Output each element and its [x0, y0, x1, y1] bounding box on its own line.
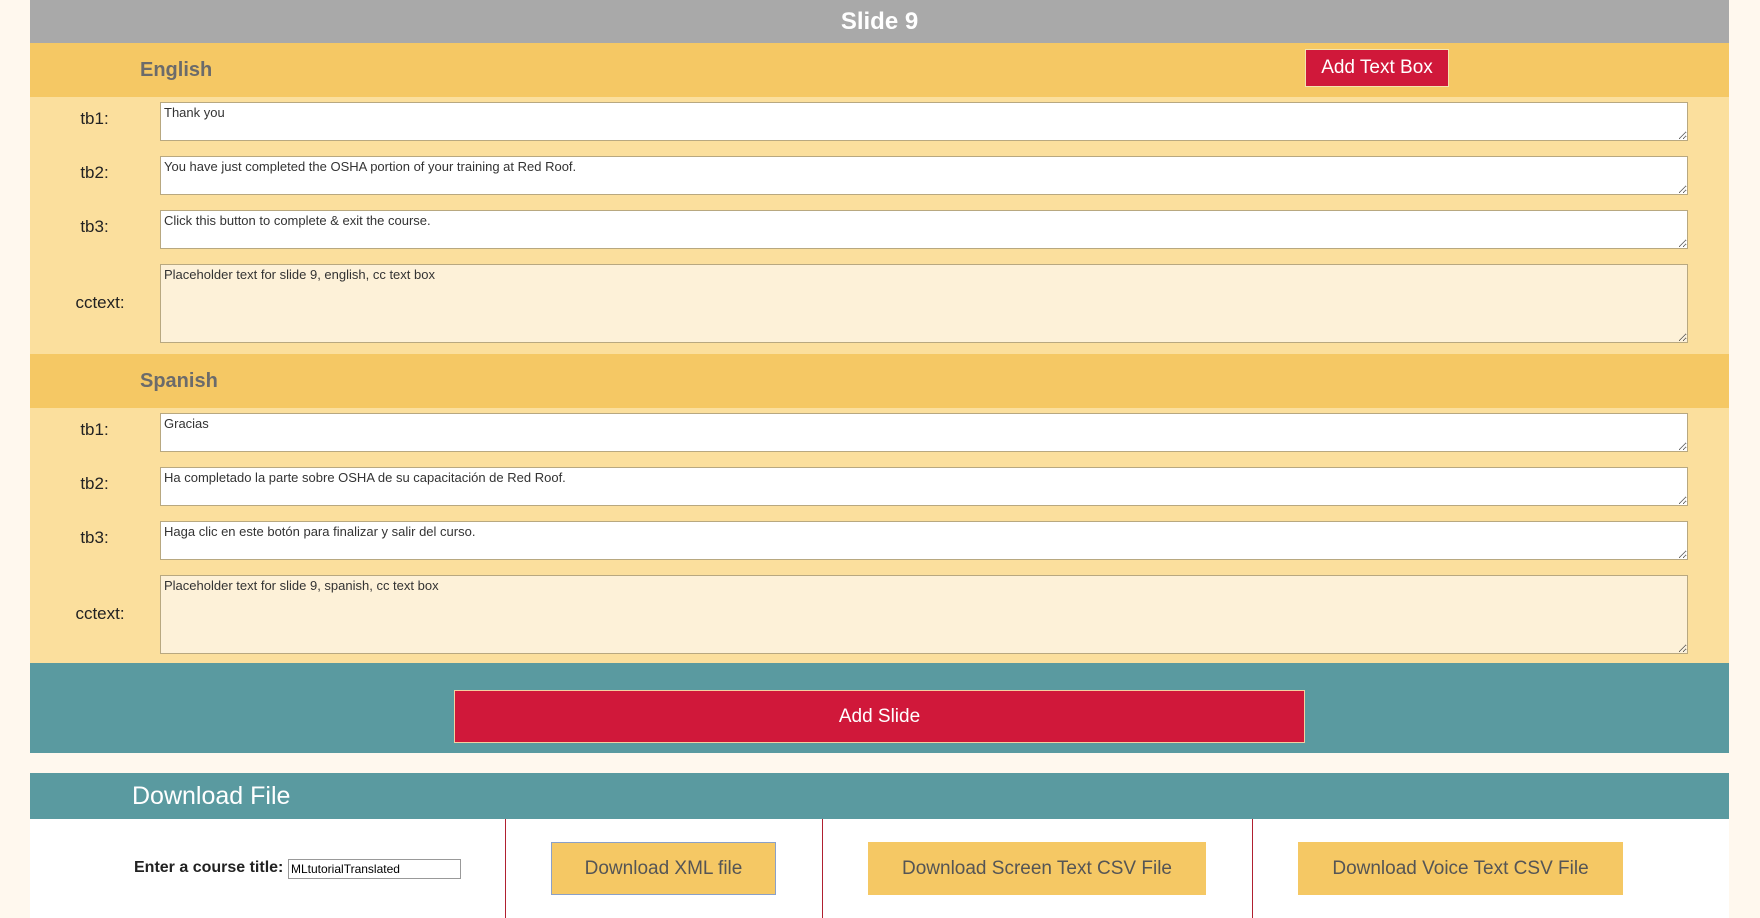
spanish-tb3-label: tb3:: [80, 528, 109, 547]
column-divider: [505, 819, 506, 918]
english-tb2-label: tb2:: [80, 163, 109, 182]
english-tb1-input[interactable]: Thank you: [160, 102, 1688, 141]
column-divider: [822, 819, 823, 918]
spanish-fields: tb1: Gracias tb2: Ha completado la parte…: [30, 408, 1729, 663]
spanish-tb2-label: tb2:: [80, 474, 109, 493]
english-section-header: English Add Text Box: [30, 43, 1729, 97]
english-tb3-input[interactable]: Click this button to complete & exit the…: [160, 210, 1688, 249]
add-slide-band: Add Slide: [30, 663, 1729, 753]
english-cctext-label: cctext:: [75, 293, 125, 312]
download-section-header: Download File: [30, 773, 1729, 819]
course-title-label: Enter a course title:: [134, 859, 284, 876]
spanish-tb2-input[interactable]: Ha completado la parte sobre OSHA de su …: [160, 467, 1688, 506]
english-tb2-input[interactable]: You have just completed the OSHA portion…: [160, 156, 1688, 195]
spanish-tb1-label: tb1:: [80, 420, 109, 439]
english-cctext-input[interactable]: Placeholder text for slide 9, english, c…: [160, 264, 1688, 343]
add-slide-button[interactable]: Add Slide: [454, 690, 1305, 743]
spanish-cctext-input[interactable]: Placeholder text for slide 9, spanish, c…: [160, 575, 1688, 654]
slide-header: Slide 9: [30, 0, 1729, 43]
english-tb1-label: tb1:: [80, 109, 109, 128]
download-options: Enter a course title: Download XML file …: [30, 819, 1729, 918]
english-fields: tb1: Thank you tb2: You have just comple…: [30, 97, 1729, 354]
spanish-section-header: Spanish: [30, 354, 1729, 408]
download-screen-text-csv-button[interactable]: Download Screen Text CSV File: [868, 842, 1206, 895]
add-text-box-button[interactable]: Add Text Box: [1305, 49, 1449, 87]
spanish-tb1-input[interactable]: Gracias: [160, 413, 1688, 452]
download-voice-text-csv-button[interactable]: Download Voice Text CSV File: [1298, 842, 1623, 895]
download-xml-button[interactable]: Download XML file: [551, 842, 776, 895]
slide-title: Slide 9: [840, 7, 919, 35]
english-tb3-label: tb3:: [80, 217, 109, 236]
course-title-input[interactable]: [288, 859, 461, 879]
spanish-heading: Spanish: [140, 370, 218, 392]
column-divider: [1252, 819, 1253, 918]
spanish-cctext-label: cctext:: [75, 604, 125, 623]
download-heading: Download File: [132, 782, 291, 810]
spanish-tb3-input[interactable]: Haga clic en este botón para finalizar y…: [160, 521, 1688, 560]
english-heading: English: [140, 59, 213, 81]
